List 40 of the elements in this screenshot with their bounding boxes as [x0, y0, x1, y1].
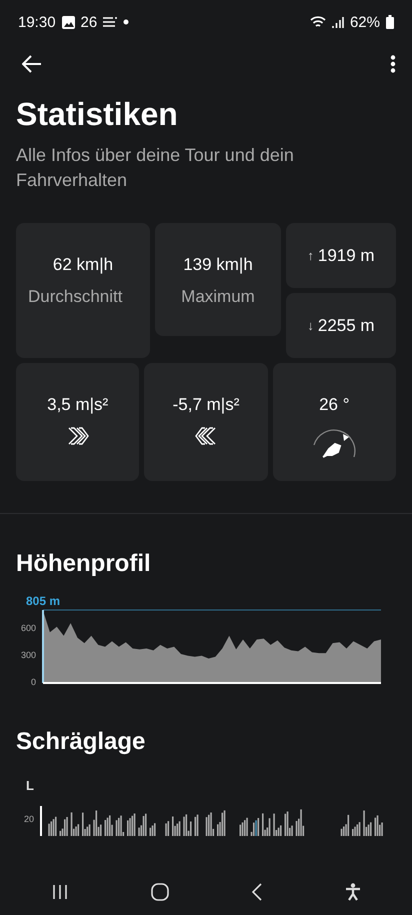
arrow-glyph: ↓ [307, 318, 314, 333]
stat-value: 139 km|h [183, 255, 253, 275]
stat-value: 2255 m [318, 316, 375, 336]
battery-icon [386, 15, 394, 29]
stat-value: 3,5 m|s² [47, 395, 108, 415]
dot-icon [123, 19, 130, 25]
accessibility-icon[interactable] [344, 883, 360, 901]
stat-value: 62 km|h [52, 255, 114, 275]
section-title: Schräglage [16, 728, 146, 756]
lean-angle-icon [311, 427, 358, 459]
y-axis [40, 806, 42, 836]
arrow-glyph: ↑ [307, 248, 314, 263]
y-tick-label: 0 [30, 677, 36, 687]
page-subtitle: Alle Infos über deine Tour und dein Fahrverhalten [16, 144, 295, 192]
stat-value: 1919 m [318, 246, 375, 266]
clock: 19:30 [18, 14, 56, 30]
stat-value: 26 ° [319, 395, 350, 415]
side-label: L [26, 778, 34, 793]
stat-value: -5,7 m|s² [172, 395, 240, 415]
battery-level: 62% [350, 14, 380, 30]
double-chevron-right-icon [66, 427, 89, 445]
image-icon [62, 16, 75, 28]
stat-label: Maximum [181, 287, 255, 307]
max-elevation-label: 805 m [26, 594, 60, 608]
recent-apps-icon[interactable] [52, 884, 68, 900]
back-icon[interactable] [252, 883, 262, 901]
y-tick-label: 300 [20, 650, 36, 660]
y-tick-label: 20 [24, 814, 34, 824]
stat-label: Durchschnitt [28, 287, 124, 307]
wifi-icon [310, 16, 326, 28]
double-chevron-left-icon [194, 427, 217, 445]
signal-icon [332, 16, 344, 28]
y-tick-label: 600 [20, 622, 36, 633]
section-title: Höhenprofil [16, 550, 152, 578]
back-arrow-icon[interactable] [22, 55, 42, 73]
home-icon[interactable] [150, 883, 168, 901]
more-options-icon[interactable] [390, 55, 396, 73]
temperature: 26 [80, 14, 98, 30]
notification-icon [103, 16, 118, 28]
page-title: Statistiken [16, 96, 179, 133]
